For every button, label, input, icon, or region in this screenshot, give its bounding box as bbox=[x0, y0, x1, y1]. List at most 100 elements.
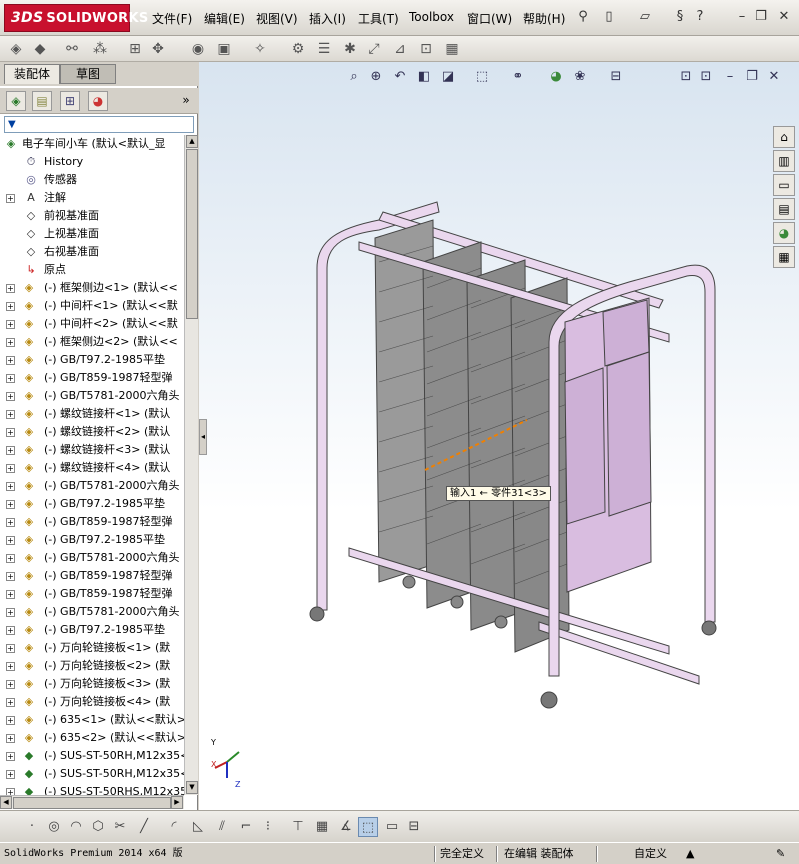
expand-toggle-icon[interactable]: + bbox=[6, 428, 15, 437]
new-motion-study-icon[interactable]: ⚙ bbox=[288, 39, 308, 59]
tree-item[interactable]: + ◈ (-) 中间杆<1> (默认<<默 bbox=[0, 297, 184, 315]
tree-item[interactable]: ◇ 前视基准面 bbox=[0, 207, 184, 225]
tree-item[interactable]: ◇ 右视基准面 bbox=[0, 243, 184, 261]
instant3d-icon[interactable]: ⊡ bbox=[416, 39, 436, 59]
scroll-right-button[interactable]: ▶ bbox=[171, 796, 183, 809]
tree-item[interactable]: + ◈ (-) 框架侧边<1> (默认<< bbox=[0, 279, 184, 297]
relation-icon[interactable]: ∡ bbox=[336, 817, 356, 837]
status-custom[interactable]: 自定义 bbox=[634, 846, 667, 862]
tree-horizontal-scrollbar[interactable]: ◀ ▶ bbox=[0, 795, 184, 809]
interference-detection-icon[interactable]: ⊿ bbox=[390, 39, 410, 59]
feature-manager-tree-icon[interactable]: ◈ bbox=[6, 91, 26, 111]
tree-item[interactable]: + ◈ (-) 中间杆<2> (默认<<默 bbox=[0, 315, 184, 333]
tree-vertical-scrollbar[interactable]: ▲ ▼ bbox=[184, 135, 198, 795]
smart-dimension-icon[interactable]: ⊤ bbox=[288, 817, 308, 837]
open-folder-icon[interactable]: ▱ bbox=[637, 9, 653, 25]
move-component-icon[interactable]: ✥ bbox=[148, 39, 168, 59]
bill-of-materials-icon[interactable]: ☰ bbox=[314, 39, 334, 59]
menu-window[interactable]: 窗口(W) bbox=[467, 10, 512, 27]
tree-item[interactable]: + ◈ (-) 万向轮链接板<1> (默 bbox=[0, 639, 184, 657]
tree-filter[interactable]: ▼ bbox=[4, 116, 194, 133]
expand-toggle-icon[interactable]: + bbox=[6, 626, 15, 635]
minimize-icon[interactable]: – bbox=[734, 9, 750, 25]
smart-fasteners-icon[interactable]: ⊞ bbox=[125, 39, 145, 59]
tree-root[interactable]: ◈ 电子车间小车 (默认<默认_显 bbox=[0, 135, 184, 153]
expand-toggle-icon[interactable]: + bbox=[6, 392, 15, 401]
tree-item[interactable]: + ◆ (-) SUS-ST-50RH,M12x35< bbox=[0, 747, 184, 765]
tree-item[interactable]: + ◈ (-) GB/T5781-2000六角头 bbox=[0, 603, 184, 621]
insert-component-icon[interactable]: ◈ bbox=[6, 39, 26, 59]
tree-item[interactable]: + ◈ (-) 万向轮链接板<4> (默 bbox=[0, 693, 184, 711]
close-icon[interactable]: ✕ bbox=[776, 9, 792, 25]
menu-file[interactable]: 文件(F) bbox=[152, 10, 192, 27]
grid-icon[interactable]: ▦ bbox=[312, 817, 332, 837]
expand-toggle-icon[interactable]: + bbox=[6, 554, 15, 563]
expand-toggle-icon[interactable]: + bbox=[6, 734, 15, 743]
tree-item[interactable]: + ◈ (-) GB/T859-1987轻型弹 bbox=[0, 513, 184, 531]
new-part-icon[interactable]: ◆ bbox=[30, 39, 50, 59]
menu-toolbox[interactable]: Toolbox bbox=[409, 10, 454, 24]
pin-icon[interactable]: ⚲ bbox=[575, 9, 591, 25]
tree-hscroll-thumb[interactable] bbox=[13, 797, 171, 809]
tree-item[interactable]: + A 注解 bbox=[0, 189, 184, 207]
line-icon[interactable]: ╱ bbox=[134, 817, 154, 837]
centerpoint-arc-icon[interactable]: ◠ bbox=[66, 817, 86, 837]
help-icon[interactable]: ? bbox=[692, 9, 708, 25]
mate-icon[interactable]: ⚯ bbox=[62, 39, 82, 59]
tree-item[interactable]: + ◈ (-) GB/T859-1987轻型弹 bbox=[0, 567, 184, 585]
tree-item[interactable]: + ◈ (-) GB/T5781-2000六角头 bbox=[0, 387, 184, 405]
expand-toggle-icon[interactable]: + bbox=[6, 374, 15, 383]
circle-icon[interactable]: ◎ bbox=[44, 817, 64, 837]
scroll-down-button[interactable]: ▼ bbox=[186, 781, 198, 794]
status-up-icon[interactable]: ▲ bbox=[686, 846, 694, 862]
tree-item[interactable]: + ◈ (-) 螺纹链接杆<3> (默认 bbox=[0, 441, 184, 459]
tree-item[interactable]: + ◈ (-) 万向轮链接板<2> (默 bbox=[0, 657, 184, 675]
menu-insert[interactable]: 插入(I) bbox=[309, 10, 346, 27]
expand-toggle-icon[interactable]: + bbox=[6, 500, 15, 509]
trim-icon[interactable]: ✂ bbox=[110, 817, 130, 837]
tree-item[interactable]: + ◈ (-) 螺纹链接杆<4> (默认 bbox=[0, 459, 184, 477]
polygon-icon[interactable]: ⬡ bbox=[88, 817, 108, 837]
table-icon[interactable]: ⊟ bbox=[404, 817, 424, 837]
tree-item[interactable]: + ◈ (-) 635<2> (默认<<默认> bbox=[0, 729, 184, 747]
tree-item[interactable]: + ◈ (-) GB/T97.2-1985平垫 bbox=[0, 495, 184, 513]
tree-item[interactable]: + ◈ (-) 螺纹链接杆<1> (默认 bbox=[0, 405, 184, 423]
chamfer-icon[interactable]: ◺ bbox=[188, 817, 208, 837]
options-icon[interactable]: ▦ bbox=[442, 39, 462, 59]
exploded-view-icon[interactable]: ✱ bbox=[340, 39, 360, 59]
expand-toggle-icon[interactable]: + bbox=[6, 752, 15, 761]
configuration-manager-icon[interactable]: ⊞ bbox=[60, 91, 80, 111]
solidworks-logo[interactable]: 3DS SOLIDWORKS bbox=[4, 4, 148, 32]
expand-toggle-icon[interactable]: + bbox=[6, 770, 15, 779]
3d-sketch-icon[interactable]: ⬚ bbox=[358, 817, 378, 837]
expand-toggle-icon[interactable]: + bbox=[6, 698, 15, 707]
expand-toggle-icon[interactable]: + bbox=[6, 716, 15, 725]
fillet-icon[interactable]: ◜ bbox=[164, 817, 184, 837]
expand-toggle-icon[interactable]: + bbox=[6, 536, 15, 545]
tree-item[interactable]: ◎ 传感器 bbox=[0, 171, 184, 189]
tree-item[interactable]: ◇ 上视基准面 bbox=[0, 225, 184, 243]
scroll-up-button[interactable]: ▲ bbox=[186, 135, 198, 148]
tree-item[interactable]: + ◈ (-) GB/T97.2-1985平垫 bbox=[0, 351, 184, 369]
expand-toggle-icon[interactable]: + bbox=[6, 662, 15, 671]
expand-toggle-icon[interactable]: + bbox=[6, 302, 15, 311]
menu-view[interactable]: 视图(V) bbox=[256, 10, 298, 27]
expand-toggle-icon[interactable]: + bbox=[6, 356, 15, 365]
restore-icon[interactable]: ❐ bbox=[753, 9, 769, 25]
expand-toggle-icon[interactable]: + bbox=[6, 410, 15, 419]
new-document-icon[interactable]: ▯ bbox=[601, 9, 617, 25]
expand-toggle-icon[interactable]: + bbox=[6, 590, 15, 599]
tree-item[interactable]: + ◆ (-) SUS-ST-50RH,M12x35< bbox=[0, 765, 184, 783]
expand-toggle-icon[interactable]: + bbox=[6, 572, 15, 581]
mate-callout[interactable]: 输入1 ← 零件31<3> bbox=[446, 486, 551, 501]
tree-item[interactable]: + ◈ (-) GB/T97.2-1985平垫 bbox=[0, 621, 184, 639]
expand-toggle-icon[interactable]: + bbox=[6, 482, 15, 491]
tree-item[interactable]: + ◈ (-) 万向轮链接板<3> (默 bbox=[0, 675, 184, 693]
tab-sketch[interactable]: 草图 bbox=[60, 64, 116, 84]
menu-tools[interactable]: 工具(T) bbox=[358, 10, 399, 27]
construction-geometry-icon[interactable]: ⁝ bbox=[258, 817, 278, 837]
assembly-features-icon[interactable]: ▣ bbox=[214, 39, 234, 59]
expand-toggle-icon[interactable]: + bbox=[6, 608, 15, 617]
expand-toggle-icon[interactable]: + bbox=[6, 788, 15, 795]
tree-item[interactable]: ⏱ History bbox=[0, 153, 184, 171]
